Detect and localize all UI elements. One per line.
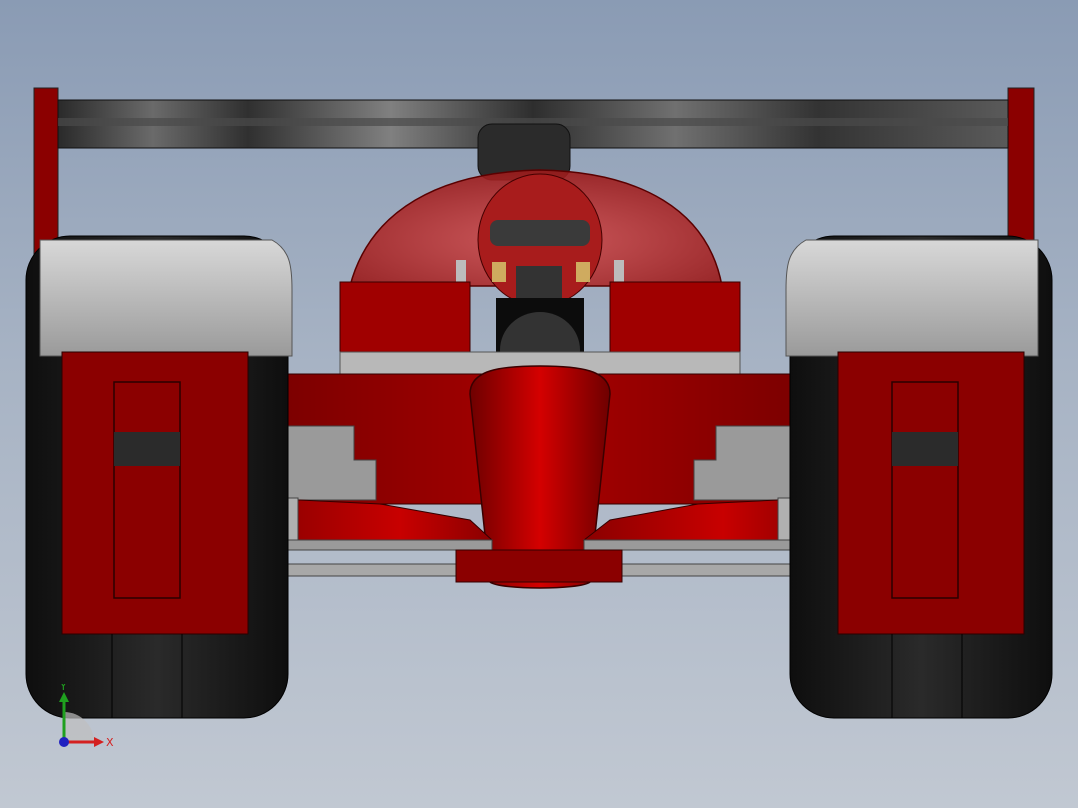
wheel-band-left [114,432,180,466]
reference-triad: Y X [59,684,114,749]
tire-top-left [39,239,293,357]
wheel-right[interactable] [785,235,1053,719]
rear-wing-endplate-right [1007,87,1035,257]
sidepod-upper-right [609,281,741,355]
wheel-panel-left [61,351,249,635]
front-wing-lower-body [455,549,623,583]
wheel-band-right [892,432,958,466]
front-wing-flap-left-top [261,539,493,551]
triad-z-axis [59,737,69,747]
front-wing-flap-right-top [583,539,815,551]
tire-top-right [785,239,1039,357]
3d-graphics-viewport[interactable]: Y X [0,0,1078,808]
triad-y-label: Y [59,684,67,693]
sidepod-upper-left [339,281,471,355]
rear-wing-endplate-left [33,87,59,257]
triad-x-label: X [106,736,114,749]
wheel-panel-right [837,351,1025,635]
wheel-left[interactable] [25,235,293,719]
race-car-model[interactable] [0,0,1078,808]
